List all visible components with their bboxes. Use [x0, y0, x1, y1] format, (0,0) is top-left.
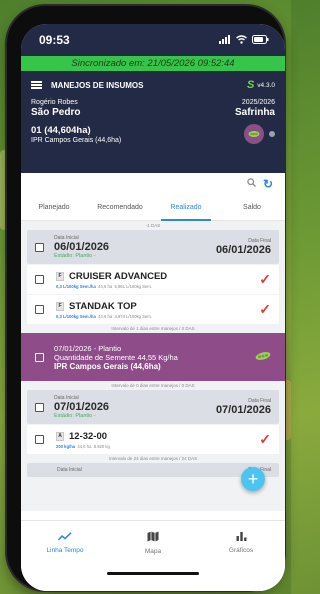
product-name: STANDAK TOP	[69, 300, 137, 312]
tab-bar: Planejado Recomendado Realizado Saldo	[21, 195, 285, 221]
season-name[interactable]: Safrinha	[235, 107, 275, 118]
menu-icon[interactable]	[31, 81, 42, 89]
group-checkbox[interactable]	[35, 242, 44, 252]
tab-planejado[interactable]: Planejado	[21, 195, 87, 220]
phone-frame: 09:53 Sincronizado em: 21/05/2026 09:52:…	[7, 6, 285, 591]
product-total: 3,974 L/100kg Sem.	[114, 313, 152, 319]
seed-quantity: Quantidade de Semente 44,55 Kg/ha	[54, 352, 178, 362]
version-badge: S v4.3.0	[247, 79, 275, 91]
interval-label: Intervalo de 1 dias entre manejos / 0 DA…	[111, 326, 195, 331]
product-dose: 200 kg/ha	[56, 443, 76, 449]
search-icon[interactable]	[247, 178, 256, 190]
add-button[interactable]: +	[241, 467, 265, 491]
clock: 09:53	[39, 33, 70, 47]
stage-label: Estádio: Plantio -	[54, 253, 96, 259]
nav-graficos[interactable]: Gráficos	[197, 521, 285, 564]
battery-icon	[252, 33, 269, 47]
group-checkbox[interactable]	[35, 402, 44, 412]
planting-date: 07/01/2026 - Plantio	[54, 343, 122, 353]
end-date: 06/01/2026	[215, 244, 271, 256]
tab-saldo[interactable]: Saldo	[219, 195, 285, 220]
sync-banner: Sincronizado em: 21/05/2026 09:52:44	[21, 56, 285, 71]
farm-name[interactable]: São Pedro	[31, 107, 80, 118]
interval-label: Intervalo de 24 dias entre manejos / 24 …	[108, 456, 198, 461]
item-checkbox[interactable]	[35, 275, 44, 284]
user-name: Rogério Robes	[31, 99, 78, 106]
nav-label: Mapa	[144, 547, 162, 555]
item-checkbox[interactable]	[35, 352, 44, 362]
date-group-header[interactable]: Data Inicial 07/01/2026 Estádio: Plantio…	[27, 390, 279, 424]
interval-label: -1 DAS	[145, 223, 161, 228]
interval-label: Intervalo de 0 dias entre manejos / 0 DA…	[111, 383, 195, 388]
product-type-tag: A	[56, 431, 64, 441]
product-dose: 0,3 L/100kg Sem./ha	[56, 283, 96, 289]
product-dose: 0,3 L/100kg Sem./ha	[56, 313, 96, 319]
app-header: MANEJOS DE INSUMOS S v4.3.0 Rogério Robe…	[21, 71, 285, 173]
field-name[interactable]: 01 (44,604ha)	[31, 125, 121, 136]
check-icon: ✓	[259, 301, 271, 317]
nav-mapa[interactable]: Mapa	[109, 521, 197, 564]
timeline-list[interactable]: -1 DAS Data Inicial 06/01/2026 Estádio: …	[21, 221, 285, 511]
product-area: 44,6 ha	[98, 313, 113, 319]
start-date: 06/01/2026	[54, 241, 110, 253]
home-indicator-area	[21, 564, 285, 591]
nav-linha-tempo[interactable]: Linha Tempo	[21, 521, 109, 564]
list-item[interactable]: A 12-32-00 200 kg/ha 44,6 ha 8.920 kg ✓	[27, 425, 279, 454]
check-icon: ✓	[259, 271, 271, 287]
date-group-header[interactable]: Data Inicial 06/01/2026 Estádio: Plantio…	[27, 230, 279, 264]
version-text: v4.3.0	[257, 81, 275, 89]
item-checkbox[interactable]	[35, 305, 44, 314]
app-screen: 09:53 Sincronizado em: 21/05/2026 09:52:…	[21, 24, 285, 591]
status-bar: 09:53	[21, 24, 285, 56]
planting-event-card[interactable]: 07/01/2026 - Plantio Quantidade de Semen…	[21, 333, 285, 381]
product-area: 44,6 ha	[77, 443, 92, 449]
soybean-crop-icon[interactable]	[244, 124, 264, 144]
product-total: 8.920 kg	[93, 443, 110, 449]
soybean-pod-icon	[255, 348, 271, 366]
timeline-chart-icon	[57, 531, 72, 544]
wifi-icon	[236, 33, 247, 47]
field-variety: IPR Campos Gerais (44,6ha)	[31, 137, 122, 144]
nav-label: Linha Tempo	[46, 546, 84, 554]
page-title: MANEJOS DE INSUMOS	[51, 80, 144, 90]
check-icon: ✓	[259, 431, 271, 447]
signal-icon	[219, 33, 231, 47]
list-item[interactable]: F STANDAK TOP 0,3 L/100kg Sem./ha 44,6 h…	[27, 295, 279, 324]
product-area: 44,6 ha	[98, 283, 113, 289]
season-year: 2025/2026	[241, 99, 275, 106]
start-date-label: Data Inicial	[57, 467, 82, 473]
brand-logo-icon: S	[246, 79, 255, 91]
product-name: CRUISER ADVANCED	[69, 270, 168, 282]
product-total: 5,961 L/100kg Sem.	[114, 283, 152, 289]
toolbar: ↻	[21, 173, 285, 195]
start-date: 07/01/2026	[54, 401, 110, 413]
tab-recomendado[interactable]: Recomendado	[87, 195, 153, 220]
item-checkbox[interactable]	[35, 435, 44, 444]
nav-label: Gráficos	[228, 547, 254, 554]
home-indicator[interactable]	[107, 572, 199, 575]
bottom-navigation: Linha Tempo Mapa Gráficos	[21, 520, 285, 564]
product-name: 12-32-00	[69, 430, 108, 442]
planting-variety: IPR Campos Gerais (44,6ha)	[54, 361, 161, 371]
product-type-tag: F	[56, 271, 64, 281]
product-type-tag: F	[56, 301, 64, 311]
status-icons	[219, 33, 269, 47]
list-item[interactable]: F CRUISER ADVANCED 0,3 L/100kg Sem./ha 4…	[27, 265, 279, 294]
stage-label: Estádio: Plantio -	[54, 413, 96, 419]
map-icon	[147, 531, 159, 545]
status-dot-icon	[269, 131, 275, 137]
refresh-icon[interactable]: ↻	[263, 177, 273, 191]
bar-chart-icon	[236, 531, 247, 544]
tab-realizado[interactable]: Realizado	[153, 195, 219, 221]
end-date: 07/01/2026	[215, 404, 271, 416]
